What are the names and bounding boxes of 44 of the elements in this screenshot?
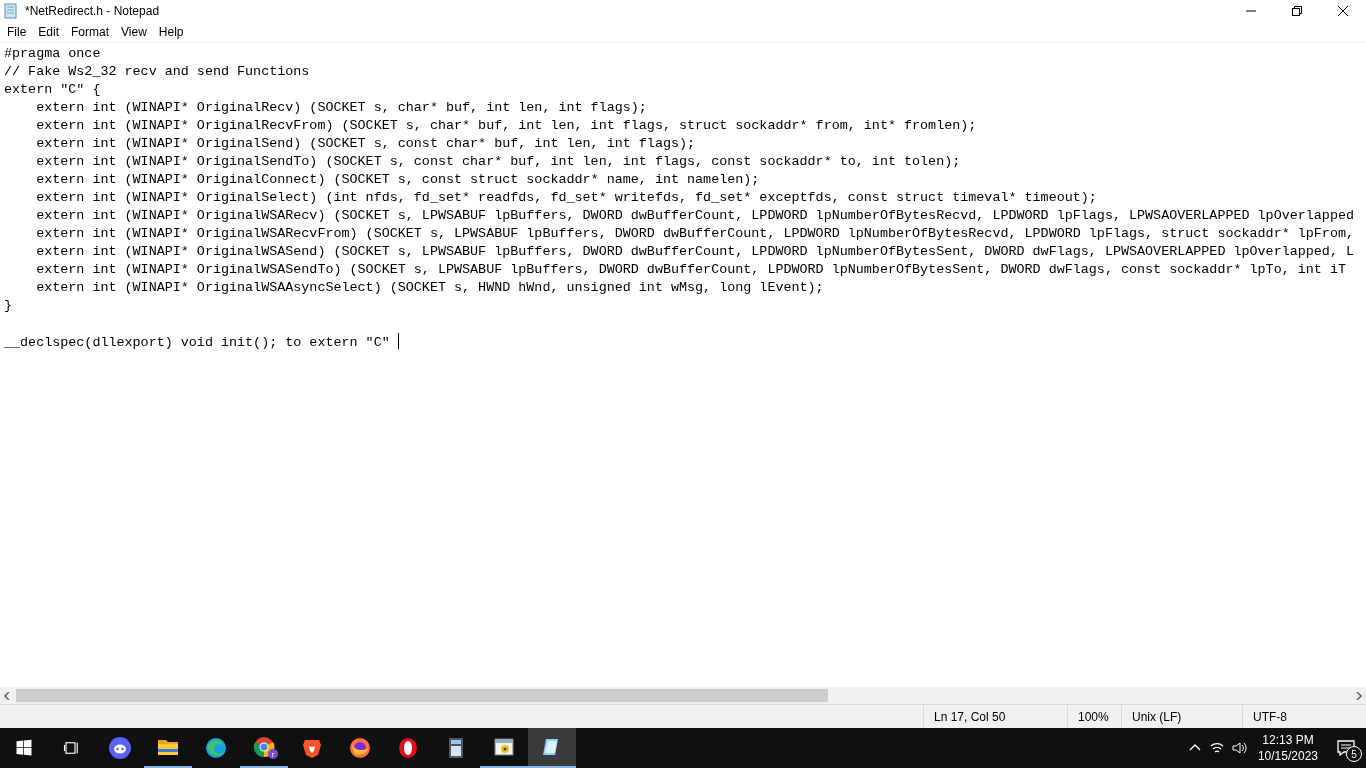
opera-app-icon (396, 736, 420, 760)
menu-item[interactable]: Format (65, 25, 116, 39)
code-line: extern int (WINAPI* OriginalConnect) (SOCKET s, const struct sockaddr* name, int namelen); (35, 171, 761, 189)
code-line: extern int (WINAPI* OriginalWSARecv) (SOCKET s, LPWSABUF lpBuffers, DWORD dwBufferCount, LPDWORD lpNumberOfBytesRecvd, LPDWORD lpFlags, LPWSAOVERLAPPED lpOverlapped (35, 207, 1355, 225)
clock-time[interactable]: 12:13 PM (1262, 732, 1314, 748)
menu-item[interactable]: Help (152, 25, 190, 39)
window-title: *NetRedirect.h - Notepad (25, 4, 161, 18)
code-line: } (4, 297, 14, 315)
code-line: extern int (WINAPI* OriginalWSARecvFrom) (SOCKET s, LPWSABUF lpBuffers, DWORD dwBufferCount, LPDWORD lpNumberOfBytesRecvd, LPDWORD lpFlags, struct sockaddr* lpFrom, (35, 225, 1355, 243)
clock-date[interactable]: 10/15/2023 (1257, 748, 1318, 764)
code-line: extern int (WINAPI* OriginalSendTo) (SOCKET s, const char* buf, int len, int flags, const sockaddr* to, int tolen); (35, 153, 962, 171)
code-line: __declspec(dllexport) void init(); to extern "C" (4, 333, 1366, 351)
profile-badge: r (268, 749, 278, 759)
code-line: extern int (WINAPI* OriginalWSASendTo) (SOCKET s, LPWSABUF lpBuffers, DWORD dwBufferCount, LPDWORD lpNumberOfBytesSent, DWORD dwFlags, const sockaddr* lpTo, int iT (35, 261, 1347, 279)
code-line: extern int (WINAPI* OriginalSelect) (int nfds, fd_set* readfds, fd_set* writefds, fd_set* exceptfds, const struct timeval* timeout); (35, 189, 1098, 207)
code-line: extern int (WINAPI* OriginalRecv) (SOCKET s, char* buf, int len, int flags); (35, 99, 648, 117)
close-icon (1338, 6, 1348, 16)
speech-bubble-icon (1336, 738, 1356, 758)
menu-item[interactable]: Edit (32, 25, 66, 39)
code-line: extern int (WINAPI* OriginalSend) (SOCKET s, const char* buf, int len, int flags); (35, 135, 697, 153)
notepad-icon (3, 3, 19, 19)
notifications-button[interactable]: 5 (1326, 728, 1366, 768)
code-line: // Fake Ws2_32 recv and send Functions (4, 63, 311, 81)
windows-logo-icon (15, 739, 33, 757)
menu-item[interactable]: View (115, 25, 153, 39)
firefox-app-icon (348, 736, 372, 760)
taskbar-app[interactable]: r (240, 728, 288, 768)
code-line: extern int (WINAPI* OriginalWSAAsyncSelect) (SOCKET s, HWND hWnd, unsigned int wMsg, long lEvent); (35, 279, 825, 297)
code-line: #pragma once (4, 45, 102, 63)
restore-icon (1292, 6, 1302, 16)
menu-item[interactable]: File (1, 25, 33, 39)
scroll-left-icon[interactable] (3, 691, 11, 700)
code-line: extern int (WINAPI* OriginalRecvFrom) (SOCKET s, char* buf, int len, int flags, struct sockaddr* from, int* fromlen); (35, 117, 978, 135)
edge-app-icon (204, 736, 228, 760)
code-line: extern int (WINAPI* OriginalWSASend) (SOCKET s, LPWSABUF lpBuffers, DWORD dwBufferCount, LPDWORD lpNumberOfBytesSent, DWORD dwFlags, LPWSAOVERLAPPED lpOverlapped, L (35, 243, 1355, 261)
taskbar-app[interactable] (528, 728, 576, 768)
task-view-icon (63, 739, 81, 757)
code-line: extern "C" { (4, 81, 102, 99)
discord-app-icon (108, 736, 132, 760)
scroll-right-icon[interactable] (1355, 691, 1363, 700)
chrome-app-icon (252, 735, 276, 759)
horizontal-scrollbar[interactable] (0, 687, 1366, 704)
window-app-icon (492, 735, 516, 759)
notification-count: 5 (1346, 746, 1362, 762)
